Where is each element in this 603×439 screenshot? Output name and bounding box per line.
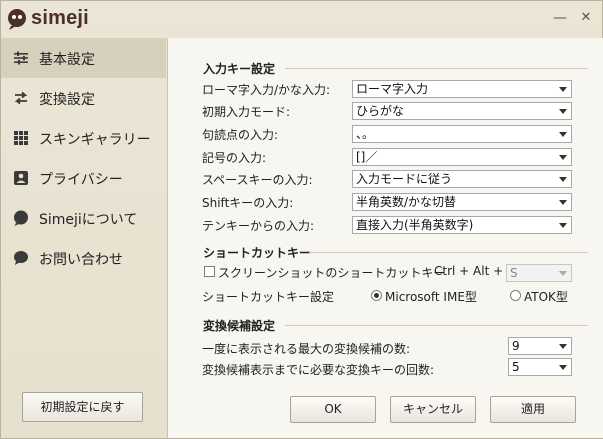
row-label: Shiftキーの入力: <box>202 196 294 210</box>
microsoft-ime-radio[interactable] <box>371 290 382 301</box>
sidebar-item-skin-gallery[interactable]: スキンギャラリー <box>1 118 166 158</box>
select-value: 9 <box>512 339 520 353</box>
cancel-button[interactable]: キャンセル <box>390 396 476 423</box>
close-button[interactable]: ✕ <box>579 11 593 25</box>
sidebar-item-privacy[interactable]: プライバシー <box>1 158 166 198</box>
section-divider <box>309 252 588 253</box>
punctuation-select[interactable]: 、。 <box>352 125 572 143</box>
settings-window: simeji — ✕ 基本設定 変換設定 スキンギャラリー プライバシー Sim… <box>0 0 603 439</box>
row-label: ローマ字入力/かな入力: <box>202 83 331 97</box>
swap-arrows-icon <box>14 91 28 105</box>
select-value: 5 <box>512 360 520 374</box>
chevron-down-icon <box>559 109 567 114</box>
atok-label: ATOK型 <box>524 290 568 304</box>
sidebar-item-label: Simejiについて <box>39 212 138 228</box>
sidebar-item-label: スキンギャラリー <box>39 132 151 148</box>
section-divider <box>285 68 588 69</box>
row-label: 変換候補表示までに必要な変換キーの回数: <box>202 363 435 377</box>
sidebar-item-label: お問い合わせ <box>39 252 123 268</box>
screenshot-shortcut-label: スクリーンショットのショートカットキー <box>218 266 446 280</box>
chevron-down-icon <box>559 155 567 160</box>
sidebar-item-label: 基本設定 <box>39 52 95 68</box>
row-label: 句読点の入力: <box>202 128 279 142</box>
select-value: 、。 <box>356 127 375 141</box>
grid-icon <box>14 131 28 145</box>
sidebar-item-conversion-settings[interactable]: 変換設定 <box>1 78 166 118</box>
chevron-down-icon <box>559 200 567 205</box>
chevron-down-icon <box>559 177 567 182</box>
simeji-logo-icon <box>14 210 28 226</box>
shift-key-select[interactable]: 半角英数/かな切替 <box>352 193 572 211</box>
select-value: S <box>510 266 518 280</box>
select-value: ひらがな <box>356 104 405 118</box>
app-name: simeji <box>31 7 89 29</box>
sidebar-item-contact[interactable]: お問い合わせ <box>1 238 166 278</box>
romaji-kana-select[interactable]: ローマ字入力 <box>352 80 572 98</box>
privacy-icon <box>14 171 28 185</box>
select-value: ローマ字入力 <box>356 82 429 96</box>
sidebar-item-basic-settings[interactable]: 基本設定 <box>1 38 166 78</box>
row-label: テンキーからの入力: <box>202 219 315 233</box>
select-value: 入力モードに従う <box>356 172 453 186</box>
shortcut-key-select[interactable]: S <box>506 264 572 282</box>
sidebar: 基本設定 変換設定 スキンギャラリー プライバシー Simejiについて お問い… <box>1 38 166 438</box>
sidebar-item-label: 変換設定 <box>39 92 95 108</box>
row-label: 一度に表示される最大の変換候補の数: <box>202 342 411 356</box>
screenshot-shortcut-checkbox[interactable] <box>204 266 215 277</box>
select-value: 直接入力(半角英数字) <box>356 218 474 232</box>
candidate-key-count-select[interactable]: 5 <box>508 358 572 376</box>
row-label: 記号の入力: <box>202 151 267 165</box>
section-title-shortcut: ショートカットキー <box>203 246 312 260</box>
minimize-button[interactable]: — <box>553 11 567 25</box>
sliders-icon <box>14 51 28 65</box>
chevron-down-icon <box>559 87 567 92</box>
shortcut-setting-label: ショートカットキー設定 <box>202 290 335 304</box>
select-value: []／ <box>356 150 378 164</box>
sidebar-item-label: プライバシー <box>39 172 123 188</box>
chevron-down-icon <box>559 365 567 370</box>
apply-button[interactable]: 適用 <box>490 396 576 423</box>
symbol-select[interactable]: []／ <box>352 148 572 166</box>
section-title-input-keys: 入力キー設定 <box>203 62 276 76</box>
section-divider <box>285 325 588 326</box>
microsoft-ime-label: Microsoft IME型 <box>385 290 477 304</box>
app-logo: simeji <box>7 6 107 32</box>
chevron-down-icon <box>559 344 567 349</box>
select-value: 半角英数/かな切替 <box>356 195 457 209</box>
atok-radio[interactable] <box>510 290 521 301</box>
max-candidates-select[interactable]: 9 <box>508 337 572 355</box>
shortcut-combo-label: Ctrl + Alt + <box>434 264 504 278</box>
space-key-select[interactable]: 入力モードに従う <box>352 170 572 188</box>
chevron-down-icon <box>559 271 567 276</box>
reset-defaults-button[interactable]: 初期設定に戻す <box>22 392 143 422</box>
ok-button[interactable]: OK <box>290 396 376 423</box>
section-title-conversion: 変換候補設定 <box>203 319 276 333</box>
chat-bubble-icon <box>14 251 28 265</box>
chevron-down-icon <box>559 132 567 137</box>
row-label: スペースキーの入力: <box>202 173 313 187</box>
initial-mode-select[interactable]: ひらがな <box>352 102 572 120</box>
tenkey-select[interactable]: 直接入力(半角英数字) <box>352 216 572 234</box>
simeji-logo-icon <box>8 9 26 30</box>
row-label: 初期入力モード: <box>202 105 291 119</box>
settings-panel: 入力キー設定 ローマ字入力/かな入力: ローマ字入力 初期入力モード: ひらがな… <box>167 38 603 438</box>
title-bar: simeji — ✕ <box>1 1 602 37</box>
chevron-down-icon <box>559 223 567 228</box>
sidebar-item-about[interactable]: Simejiについて <box>1 198 166 238</box>
